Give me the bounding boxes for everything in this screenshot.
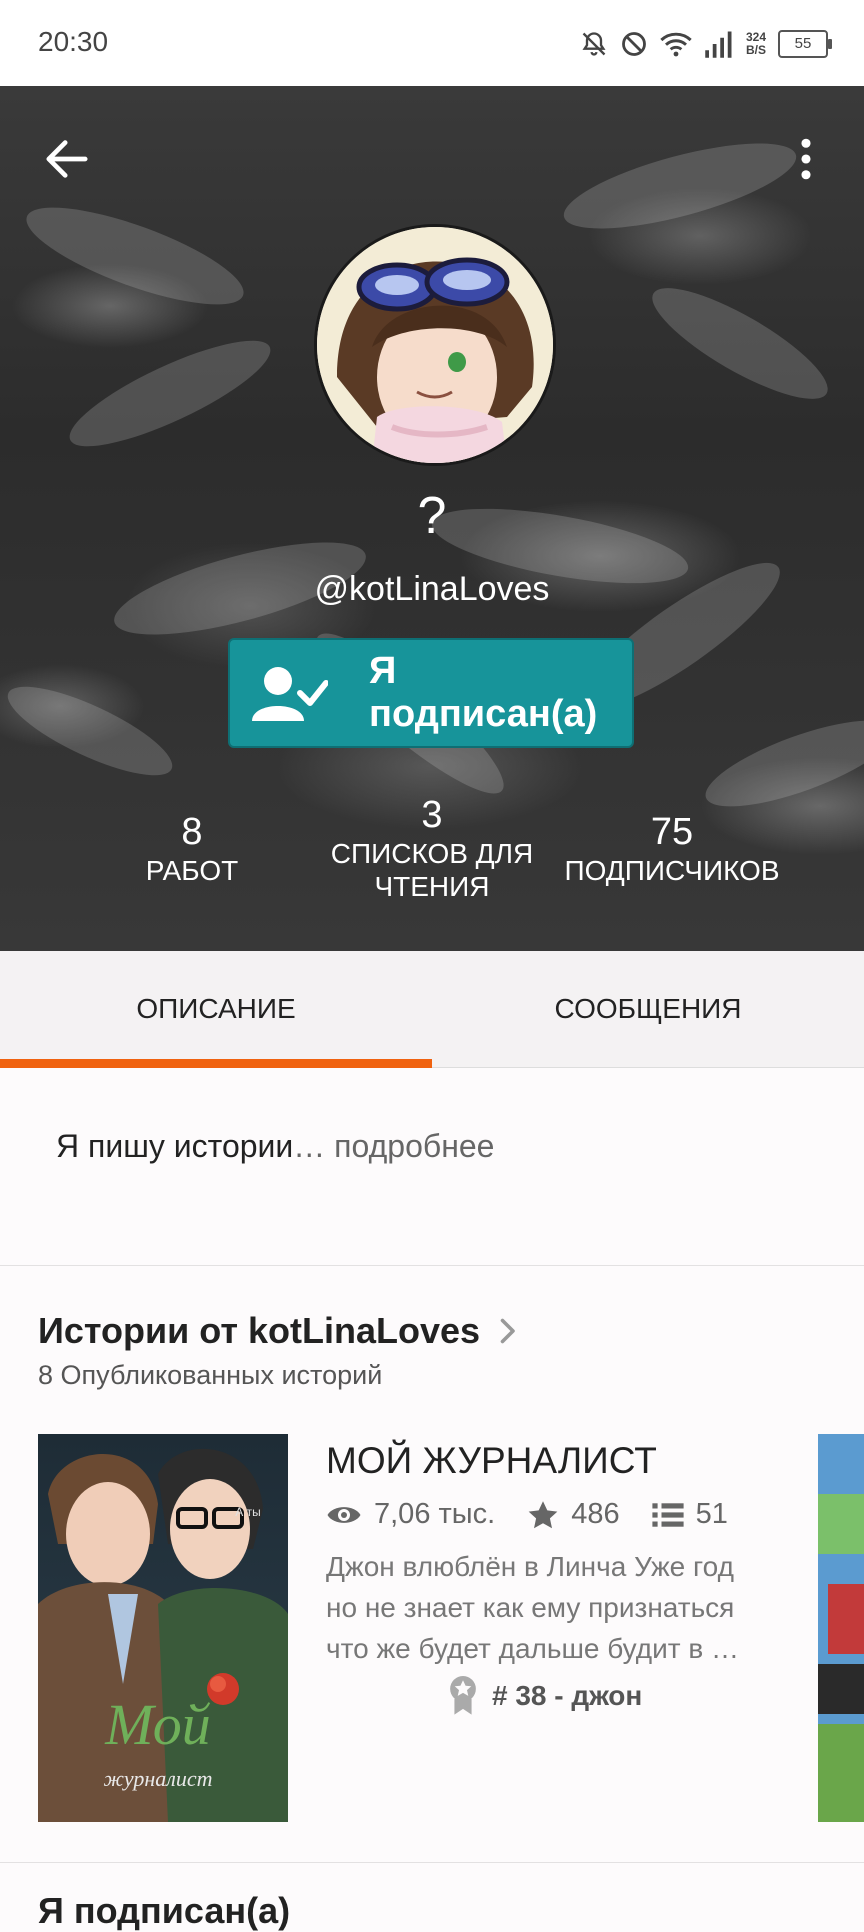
stat-followers[interactable]: 75 ПОДПИСЧИКОВ [552,811,792,887]
tab-messages[interactable]: СООБЩЕНИЯ [432,951,864,1067]
more-options-button[interactable] [786,134,826,184]
stories-section-title: Истории от kotLinaLoves [38,1310,481,1351]
stat-works-label: РАБОТ [145,855,239,886]
story-stats: 7,06 тыс. 486 51 [326,1498,760,1531]
display-name: ? [417,487,447,545]
stat-reading-lists-value: 3 [421,794,443,836]
cover-corner-text: А ты [235,1505,260,1519]
story-cover[interactable]: Мой журналист А ты [38,1434,288,1822]
eye-icon [327,1506,361,1523]
description-text: Я пишу истории [56,1128,294,1164]
avatar-image [317,227,553,463]
following-section-title[interactable]: Я подписан(а) [38,1890,290,1932]
arrow-left-icon [46,140,88,178]
cover-title-text: Мой [104,1692,211,1757]
stat-reading-lists[interactable]: 3 СПИСКОВ ДЛЯ ЧТЕНИЯ [312,794,552,903]
story-rank-text: # 38 - джон [492,1680,643,1711]
list-icon [651,1502,684,1527]
next-story-cover[interactable] [818,1434,864,1822]
story-parts: 51 [651,1498,728,1531]
story-views: 7,06 тыс. [326,1498,495,1531]
story-rank[interactable]: # 38 - джон [448,1676,642,1716]
wifi-icon [660,32,692,57]
avatar[interactable] [314,224,556,466]
stat-followers-label: ПОДПИСЧИКОВ [564,855,780,886]
username: @kotLinaLoves [314,570,550,608]
story-title[interactable]: МОЙ ЖУРНАЛИСТ [326,1440,657,1482]
bell-off-icon [582,32,606,56]
stat-reading-lists-label: СПИСКОВ ДЛЯ ЧТЕНИЯ [330,838,534,902]
profile-tabs: ОПИСАНИЕ СООБЩЕНИЯ [0,951,864,1068]
next-story-cover-image [818,1434,864,1822]
read-more-link[interactable]: подробнее [334,1128,494,1164]
tab-description[interactable]: ОПИСАНИЕ [0,951,432,1067]
chevron-right-icon [500,1318,515,1344]
following-button-label: Я подписан(а) [369,650,598,735]
stat-followers-value: 75 [650,811,694,853]
story-views-count: 7,06 тыс. [374,1498,496,1530]
star-icon [528,1500,558,1528]
story-votes-count: 486 [571,1498,620,1530]
divider [0,1862,864,1863]
story-parts-count: 51 [695,1498,728,1530]
net-speed-unit: B/S [745,43,766,57]
battery-icon: 55 [778,30,832,58]
net-speed: 324 B/S [746,31,766,57]
following-button[interactable]: Я подписан(а) [228,638,634,748]
divider [0,1265,864,1266]
user-check-icon [250,658,329,728]
more-vertical-icon [801,138,811,180]
story-description: Джон влюблён в Линча Уже год но не знает… [326,1551,739,1664]
stat-works[interactable]: 8 РАБОТ [92,811,292,887]
description-ellipsis: … [293,1128,326,1164]
ribbon-badge-icon [450,1676,476,1715]
do-not-disturb-icon [622,32,646,56]
profile-header: ? @kotLinaLoves Я подписан(а) 8 РАБОТ 3 … [0,86,864,951]
status-icons: 324 B/S 55 [580,22,832,66]
status-bar: 20:30 324 B/S 55 [0,0,864,86]
signal-icon [705,31,732,58]
stat-works-value: 8 [181,811,203,853]
story-votes: 486 [527,1498,620,1531]
cover-subtitle-text: журналист [103,1766,212,1791]
stories-count: 8 Опубликованных историй [38,1360,383,1390]
profile-description: Я пишу истории… подробнее [56,1128,494,1165]
status-time: 20:30 [38,26,109,57]
back-button[interactable] [42,134,92,184]
active-tab-indicator [0,1059,432,1068]
story-cover-image: Мой журналист А ты [38,1434,288,1822]
stories-section-header[interactable]: Истории от kotLinaLoves [38,1310,520,1352]
